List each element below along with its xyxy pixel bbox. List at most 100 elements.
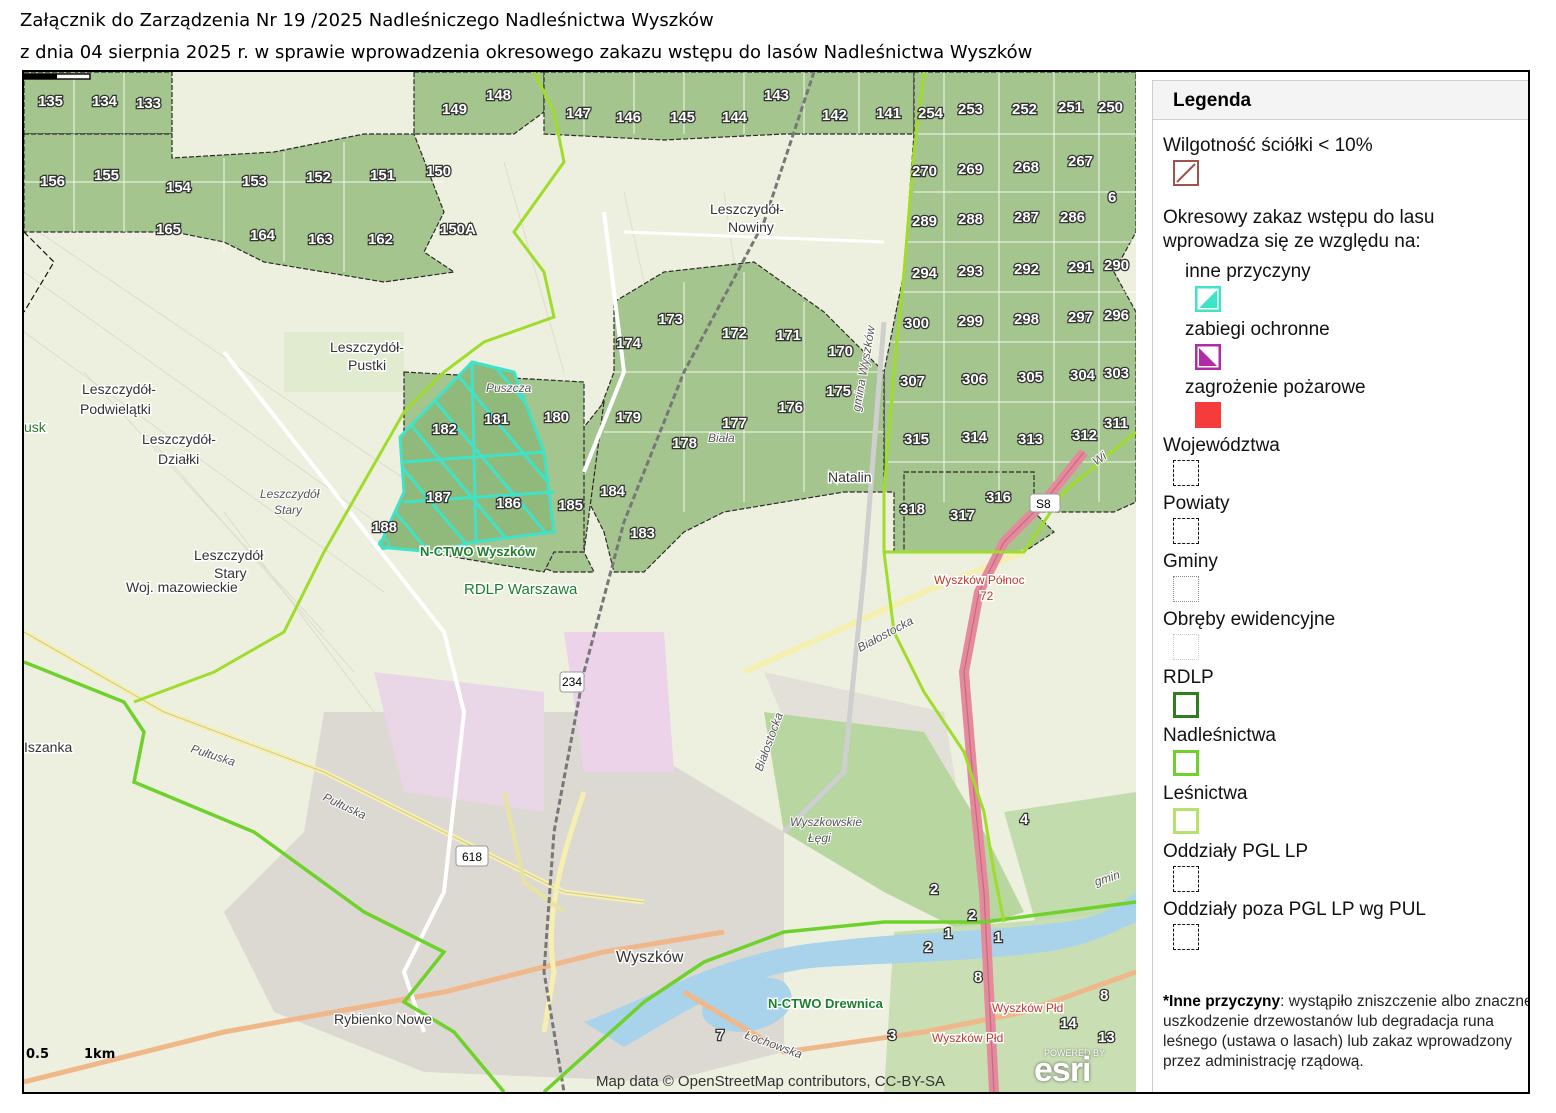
svg-text:Natalin: Natalin: [828, 469, 872, 485]
map-attribution: Map data © OpenStreetMap contributors, C…: [596, 1073, 945, 1090]
legend-label-nadlesnictwa: Nadleśnictwa: [1163, 725, 1276, 746]
svg-text:Leszczydół: Leszczydół: [194, 547, 264, 563]
svg-text:155: 155: [94, 167, 119, 184]
svg-text:146: 146: [616, 109, 641, 126]
svg-text:313: 313: [1018, 431, 1043, 448]
svg-text:N-CTWO Wyszków: N-CTWO Wyszków: [420, 544, 536, 559]
svg-text:174: 174: [616, 335, 642, 352]
scale-bar: [24, 73, 91, 80]
svg-text:133: 133: [136, 95, 161, 112]
legend-label-rdlp: RDLP: [1163, 667, 1214, 688]
svg-text:180: 180: [544, 409, 569, 426]
svg-text:179: 179: [616, 409, 641, 426]
dashed-box-icon: [1173, 924, 1199, 950]
svg-text:6: 6: [1108, 189, 1116, 206]
svg-text:154: 154: [166, 179, 192, 196]
svg-text:usk: usk: [24, 419, 47, 435]
svg-text:315: 315: [904, 431, 929, 448]
svg-text:176: 176: [778, 399, 803, 416]
svg-text:Iszanka: Iszanka: [24, 739, 72, 755]
svg-text:307: 307: [900, 373, 925, 390]
svg-text:N-CTWO Drewnica: N-CTWO Drewnica: [768, 996, 884, 1011]
svg-text:Nowiny: Nowiny: [728, 219, 774, 235]
map-canvas[interactable]: 135 134 133 149148 147 146 145 144143142 141…: [24, 72, 1136, 1092]
svg-text:188: 188: [372, 519, 397, 536]
dashed-boundary-icon: [1173, 518, 1199, 544]
svg-text:Wyszków: Wyszków: [616, 949, 684, 966]
svg-text:14: 14: [1060, 1015, 1077, 1032]
svg-text:170: 170: [828, 343, 853, 360]
svg-text:267: 267: [1068, 153, 1093, 170]
green-box-icon: [1173, 750, 1199, 776]
svg-text:134: 134: [92, 93, 118, 110]
svg-text:152: 152: [306, 169, 331, 186]
svg-text:Działki: Działki: [158, 451, 199, 467]
svg-text:8: 8: [974, 969, 982, 986]
svg-text:RDLP Warszawa: RDLP Warszawa: [464, 581, 578, 598]
svg-text:172: 172: [722, 325, 747, 342]
svg-text:3: 3: [888, 1027, 896, 1044]
dotted-boundary-icon: [1173, 634, 1199, 660]
svg-text:144: 144: [722, 109, 748, 126]
red-fill-icon: [1195, 402, 1221, 428]
svg-text:Leszczydół-: Leszczydół-: [710, 201, 784, 217]
svg-text:7: 7: [716, 1027, 724, 1044]
svg-text:289: 289: [912, 213, 937, 230]
svg-text:288: 288: [958, 211, 983, 228]
svg-text:314: 314: [962, 429, 988, 446]
svg-text:317: 317: [950, 507, 975, 524]
svg-text:303: 303: [1104, 365, 1129, 382]
svg-text:293: 293: [958, 263, 983, 280]
legend-label-zakaz-cont: wprowadza się ze względu na:: [1163, 231, 1421, 252]
svg-text:Wyszków Płd: Wyszków Płd: [992, 1001, 1063, 1015]
dashed-box-icon: [1173, 866, 1199, 892]
svg-text:142: 142: [822, 107, 847, 124]
svg-text:Leszczydół-: Leszczydół-: [330, 339, 404, 355]
svg-text:2: 2: [930, 881, 938, 898]
svg-text:156: 156: [40, 173, 65, 190]
svg-text:185: 185: [558, 497, 583, 514]
svg-text:287: 287: [1014, 209, 1039, 226]
legend-panel: Legenda Wilgotność ściółki < 10% Okresow…: [1152, 80, 1528, 1092]
svg-text:305: 305: [1018, 369, 1043, 386]
legend-label-wojewodztwa: Województwa: [1163, 435, 1280, 456]
svg-text:269: 269: [958, 161, 983, 178]
scale-label-1km: 1km: [84, 1047, 116, 1062]
svg-text:251: 251: [1058, 99, 1083, 116]
footnote-bold: *Inne przyczyny: [1163, 993, 1281, 1010]
legend-footnote: *Inne przyczyny: wystąpiło zniszczenie a…: [1163, 992, 1528, 1072]
map-view[interactable]: 135 134 133 149 148 147 146 145 144 143 142 141…: [24, 72, 1136, 1092]
svg-text:151: 151: [370, 167, 395, 184]
svg-text:234: 234: [562, 675, 582, 689]
svg-text:Łęgi: Łęgi: [808, 831, 831, 845]
legend-label-inne: inne przyczyny: [1185, 261, 1311, 282]
scale-label-half: 0.5: [26, 1047, 50, 1062]
light-green-box-icon: [1173, 808, 1199, 834]
svg-text:8: 8: [1100, 987, 1108, 1004]
svg-text:173: 173: [658, 311, 683, 328]
svg-text:Leszczydół: Leszczydół: [260, 487, 320, 501]
legend-label-wilgotnosc: Wilgotność ściółki < 10%: [1163, 135, 1373, 156]
svg-text:Stary: Stary: [274, 503, 303, 517]
svg-text:Wyszkowskie: Wyszkowskie: [790, 815, 862, 829]
legend-label-pozar: zagrożenie pożarowe: [1185, 377, 1366, 398]
svg-text:Pustki: Pustki: [348, 357, 386, 373]
dotted-boundary-icon: [1173, 576, 1199, 602]
page-title-line2: z dnia 04 sierpnia 2025 r. w sprawie wpr…: [20, 42, 1033, 63]
legend-label-lesnictwa: Leśnictwa: [1163, 783, 1248, 804]
svg-text:252: 252: [1012, 101, 1037, 118]
svg-text:184: 184: [600, 483, 626, 500]
svg-text:311: 311: [1104, 415, 1128, 432]
svg-text:181: 181: [484, 411, 509, 428]
esri-logo: esri: [1034, 1051, 1091, 1089]
svg-text:Woj. mazowieckie: Woj. mazowieckie: [126, 579, 238, 595]
svg-text:186: 186: [496, 495, 521, 512]
svg-text:2: 2: [924, 939, 932, 956]
svg-text:163: 163: [308, 231, 333, 248]
svg-text:286: 286: [1060, 209, 1085, 226]
svg-text:290: 290: [1104, 257, 1129, 274]
svg-text:143: 143: [764, 87, 789, 104]
svg-text:618: 618: [462, 850, 482, 864]
svg-text:150A: 150A: [440, 221, 476, 238]
map-frame: 135 134 133 149 148 147 146 145 144 143 142 141…: [22, 70, 1530, 1094]
